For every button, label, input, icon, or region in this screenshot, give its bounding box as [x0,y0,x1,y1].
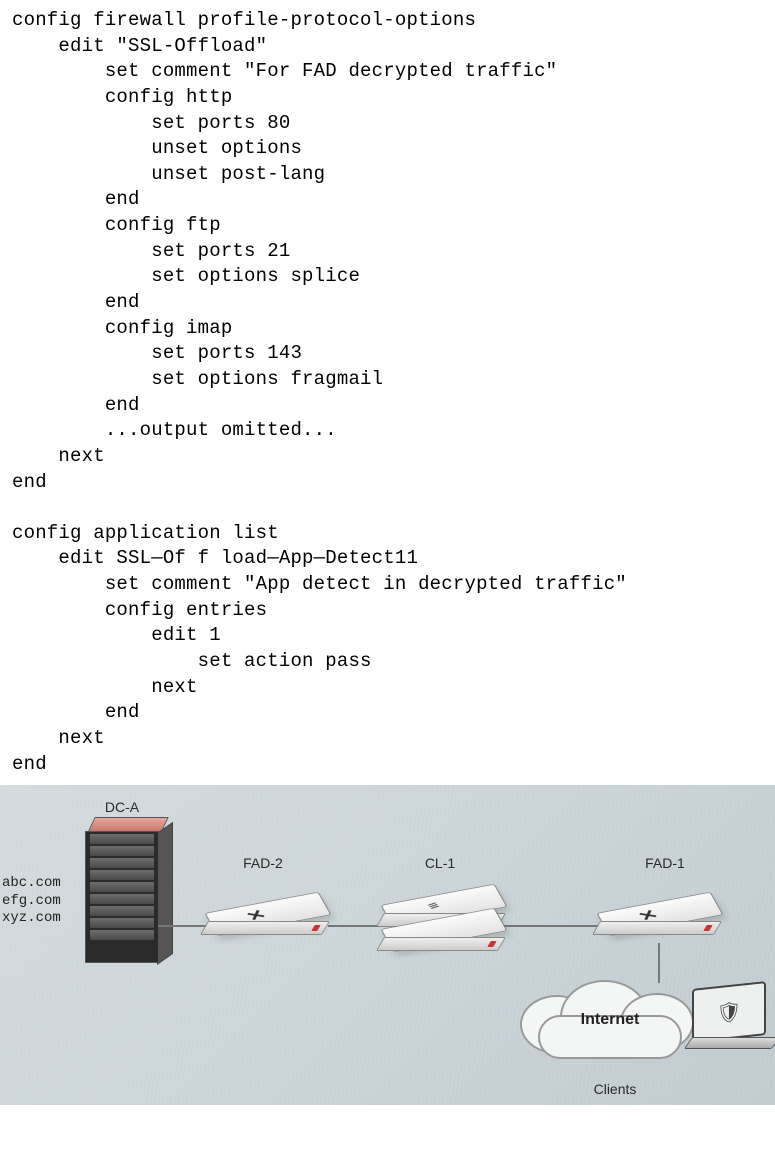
code-line: config application list [12,522,279,544]
code-line: config firewall profile-protocol-options [12,9,476,31]
code-line: edit SSL—Of f load—App—Detect11 [12,547,418,569]
code-line: end [12,188,140,210]
client-laptop-icon: 🛡 [692,985,775,1049]
fad-1-label: FAD-1 [630,855,700,871]
code-line: edit 1 [12,624,221,646]
code-line: set ports 21 [12,240,290,262]
code-line: next [12,445,105,467]
code-line: config ftp [12,214,221,236]
code-line: set ports 143 [12,342,302,364]
code-line: end [12,471,47,493]
hosted-domains-list: abc.com efg.com xyz.com [2,875,61,928]
code-line: config http [12,86,232,108]
code-line: edit "SSL-Offload" [12,35,267,57]
cl-1-label: CL-1 [410,855,470,871]
cli-config-block: config firewall profile-protocol-options… [0,0,775,785]
code-line: set comment "For FAD decrypted traffic" [12,60,557,82]
code-line: end [12,291,140,313]
internet-cloud-icon: Internet [520,975,700,1060]
fad-1-device-icon: ✕ [600,893,720,941]
code-line: set action pass [12,650,372,672]
code-line: next [12,676,198,698]
cl-1-device-icon-2 [384,909,504,957]
code-line: end [12,394,140,416]
code-line: end [12,701,140,723]
code-line: next [12,727,105,749]
code-line: set ports 80 [12,112,290,134]
code-line: ...output omitted... [12,419,337,441]
code-line: config entries [12,599,267,621]
code-line: config imap [12,317,232,339]
code-line: set comment "App detect in decrypted tra… [12,573,627,595]
shield-icon: 🛡 [716,998,741,1026]
network-diagram: DC-A abc.com efg.com xyz.com FAD-2 ✕ CL-… [0,785,775,1105]
code-line: end [12,753,47,775]
code-line: unset options [12,137,302,159]
server-rack-icon [85,827,157,967]
code-line: set options fragmail [12,368,383,390]
fad-2-device-icon: ✕ [208,893,328,941]
link [502,925,600,927]
code-line: set options splice [12,265,360,287]
dc-a-label: DC-A [92,799,152,815]
fad-2-label: FAD-2 [228,855,298,871]
internet-label: Internet [520,1011,700,1029]
code-line: unset post-lang [12,163,325,185]
clients-label: Clients [580,1081,650,1097]
